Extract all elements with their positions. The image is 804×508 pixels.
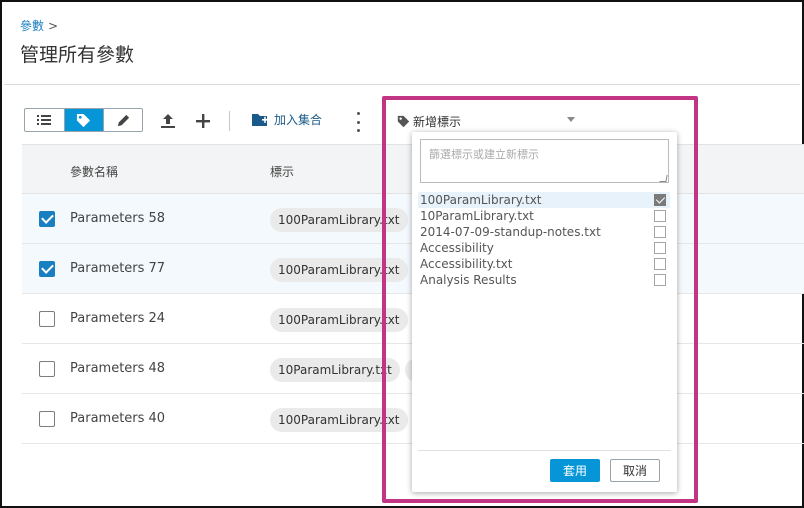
parameter-name: Parameters 40 [70,411,166,426]
list-view-button[interactable] [25,109,64,131]
kebab-dot [356,129,360,132]
tag-option-checkbox[interactable] [654,194,666,206]
breadcrumb: 參數 > [20,17,58,34]
tag-dropdown-panel: 100ParamLibrary.txt 10ParamLibrary.txt 2… [412,132,677,492]
parameter-name: Parameters 77 [70,261,166,276]
upload-icon [161,114,175,128]
row-checkbox[interactable] [39,311,55,327]
tag-chip: 10ParamLibrary.txt [270,358,400,382]
row-checkbox[interactable] [39,411,55,427]
parameter-name: Parameters 24 [70,311,166,326]
plus-icon [196,114,210,128]
pencil-icon [117,114,129,126]
tag-option-checkbox[interactable] [654,258,666,270]
apply-button[interactable]: 套用 [550,459,600,482]
column-header-tags[interactable]: 標示 [270,163,294,180]
resize-handle-icon [659,175,668,182]
tag-option[interactable]: Accessibility [418,240,670,256]
tag-option-label: Analysis Results [420,273,517,287]
dropdown-footer-divider [418,450,671,451]
tag-option-label: 10ParamLibrary.txt [420,209,534,223]
row-checkbox[interactable] [39,211,55,227]
tag-icon [397,115,410,127]
parameter-name: Parameters 58 [70,211,166,226]
tag-icon [77,113,91,127]
add-to-collection-label: 加入集合 [274,113,323,127]
edit-view-button[interactable] [103,109,142,131]
toolbar-divider [229,111,230,131]
app-window: 參數 > 管理所有參數 加入集合 新增標示 參數名稱 標示 Parameters… [0,0,804,508]
kebab-dot [356,120,360,124]
row-checkbox[interactable] [39,261,55,277]
breadcrumb-link-parameters[interactable]: 參數 [20,19,44,33]
view-toggle-group [24,108,143,132]
page-title: 管理所有參數 [20,44,135,66]
tag-option-label: Accessibility.txt [420,257,513,271]
folder-plus-icon [252,113,268,126]
tag-option-checkbox[interactable] [654,226,666,238]
tag-option[interactable]: Analysis Results [418,272,670,288]
tag-option-label: 100ParamLibrary.txt [420,193,542,207]
tag-filter-input[interactable] [420,139,669,183]
kebab-dot [356,112,360,115]
parameter-name: Parameters 48 [70,361,166,376]
chevron-down-icon [567,117,575,122]
add-tag-select[interactable]: 新增標示 [397,112,577,130]
more-options-button[interactable] [352,112,364,132]
tag-view-button[interactable] [63,109,103,131]
tag-option[interactable]: 10ParamLibrary.txt [418,208,670,224]
tag-option-label: 2014-07-09-standup-notes.txt [420,225,601,239]
add-button[interactable] [194,112,212,130]
title-divider [4,84,800,85]
tag-chip: 100ParamLibrary.txt [270,408,408,432]
cancel-button[interactable]: 取消 [610,459,660,482]
list-icon [37,115,52,125]
tag-option-label: Accessibility [420,241,494,255]
tag-option[interactable]: 100ParamLibrary.txt [418,192,670,208]
tag-chip: 100ParamLibrary.txt [270,258,408,282]
tag-chip: 100ParamLibrary.txt [270,308,408,332]
tag-option-checkbox[interactable] [654,274,666,286]
add-to-collection-button[interactable]: 加入集合 [252,111,322,128]
tag-option-checkbox[interactable] [654,210,666,222]
tag-option[interactable]: 2014-07-09-standup-notes.txt [418,224,670,240]
export-button[interactable] [159,112,177,130]
tag-option[interactable]: Accessibility.txt [418,256,670,272]
tag-chip: 100ParamLibrary.txt [270,208,408,232]
tag-option-checkbox[interactable] [654,242,666,254]
add-tag-label: 新增標示 [413,114,462,129]
row-checkbox[interactable] [39,361,55,377]
breadcrumb-separator: > [48,19,59,33]
column-header-name[interactable]: 參數名稱 [70,163,118,180]
tag-option-list: 100ParamLibrary.txt 10ParamLibrary.txt 2… [418,192,670,288]
